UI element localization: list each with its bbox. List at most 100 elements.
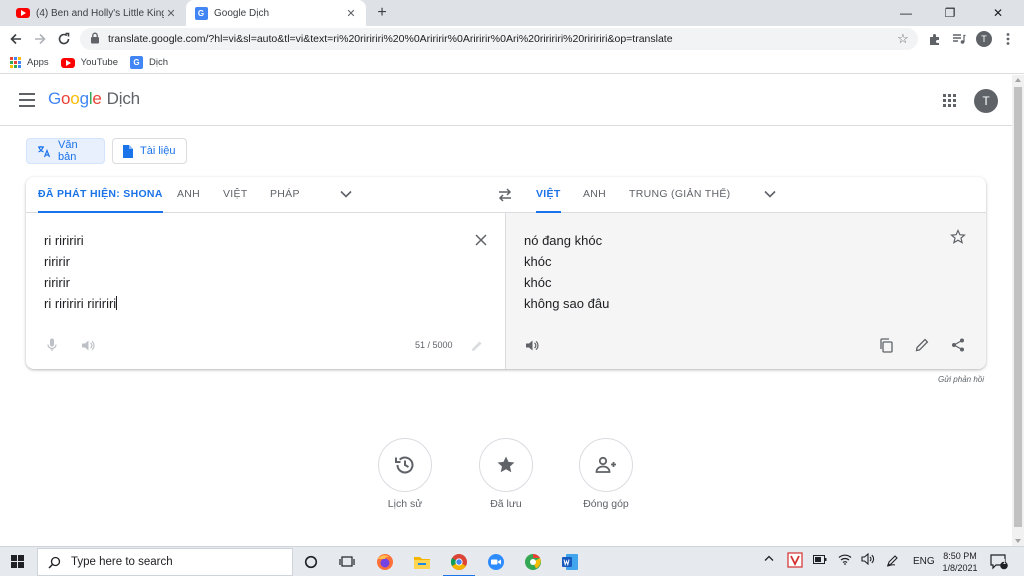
taskbar-search-placeholder: Type here to search xyxy=(71,556,173,568)
source-text-input[interactable]: ri riririri riririr riririr ri riririri … xyxy=(44,230,118,314)
account-avatar[interactable]: T xyxy=(974,89,998,113)
target-lang-chinese-simplified[interactable]: TRUNG (GIẢN THỂ) xyxy=(629,177,730,213)
source-line: ri riririri xyxy=(44,233,84,248)
main-menu-icon[interactable] xyxy=(19,93,35,107)
scroll-down-icon[interactable] xyxy=(1015,539,1021,543)
minimize-button[interactable]: — xyxy=(884,0,928,26)
antivirus-v-icon[interactable] xyxy=(787,552,803,571)
search-icon xyxy=(48,556,61,569)
bookmark-youtube[interactable]: YouTube xyxy=(60,57,118,68)
clock-time: 8:50 PM xyxy=(943,551,977,561)
input-language-indicator[interactable]: ENG xyxy=(913,556,935,567)
forward-button[interactable] xyxy=(30,29,50,49)
share-icon[interactable] xyxy=(948,335,968,355)
document-icon xyxy=(123,144,133,158)
scroll-thumb[interactable] xyxy=(1014,87,1022,527)
character-counter: 51 / 5000 xyxy=(415,340,453,350)
reload-icon xyxy=(58,32,70,45)
document-mode-label: Tài liệu xyxy=(140,145,176,157)
document-mode-button[interactable]: Tài liệu xyxy=(112,138,187,164)
new-tab-button[interactable]: + xyxy=(372,3,392,23)
microphone-icon[interactable] xyxy=(42,335,62,355)
target-lang-vietnamese[interactable]: VIỆT xyxy=(536,177,561,213)
tab-title: Google Dịch xyxy=(214,7,270,19)
history-button[interactable] xyxy=(378,438,432,492)
maximize-button[interactable]: ❐ xyxy=(928,0,972,26)
google-translate-icon: G xyxy=(194,6,208,20)
translation-line: không sao đâu xyxy=(524,296,610,311)
avatar: T xyxy=(976,31,992,47)
bookmark-apps[interactable]: Apps xyxy=(10,57,49,68)
tray-chevron-up-icon[interactable] xyxy=(764,554,774,565)
bookmark-star-icon[interactable]: ☆ xyxy=(894,31,912,47)
bookmarks-bar: Apps YouTube G Dịch xyxy=(0,52,1024,74)
profile-button[interactable]: T xyxy=(974,29,994,49)
target-lang-more-chevron-down-icon[interactable] xyxy=(763,187,777,201)
google-translate-logo[interactable]: Google Dịch xyxy=(48,89,140,109)
windows-taskbar: Type here to search ENG 8:50 PM 1/8/2021… xyxy=(0,546,1024,576)
target-speaker-icon[interactable] xyxy=(522,335,542,355)
window-close-button[interactable]: ✕ xyxy=(976,0,1020,26)
reload-button[interactable] xyxy=(54,29,74,49)
target-lang-english[interactable]: ANH xyxy=(583,177,606,213)
zoom-icon[interactable] xyxy=(486,552,506,572)
translate-header: Google Dịch xyxy=(0,75,1012,126)
source-lang-english[interactable]: ANH xyxy=(177,177,200,213)
cortana-circle-icon[interactable] xyxy=(301,552,321,572)
address-bar[interactable]: translate.google.com/?hl=vi&sl=auto&tl=v… xyxy=(80,28,918,50)
youtube-icon xyxy=(16,6,30,20)
scroll-up-icon[interactable] xyxy=(1015,78,1021,82)
microsoft-word-icon[interactable] xyxy=(560,552,580,572)
source-lang-more-chevron-down-icon[interactable] xyxy=(339,187,353,201)
firefox-icon[interactable] xyxy=(375,552,395,572)
google-apps-icon[interactable] xyxy=(943,94,956,107)
product-name: Dịch xyxy=(106,89,140,108)
clock-date: 1/8/2021 xyxy=(942,563,978,573)
contribute-button[interactable] xyxy=(579,438,633,492)
browser-tab-google-translate[interactable]: G Google Dịch ✕ xyxy=(186,0,366,26)
more-menu-icon[interactable] xyxy=(998,29,1018,49)
translation-line: nó đang khóc xyxy=(524,233,603,248)
copy-icon[interactable] xyxy=(876,335,896,355)
back-button[interactable] xyxy=(6,29,26,49)
star-icon xyxy=(497,456,515,473)
source-lang-vietnamese[interactable]: VIỆT xyxy=(223,177,248,213)
volume-icon[interactable] xyxy=(861,552,875,568)
task-view-icon[interactable] xyxy=(337,552,357,572)
file-explorer-icon[interactable] xyxy=(412,552,432,572)
bookmark-dich[interactable]: G Dịch xyxy=(130,56,168,69)
source-lang-detected[interactable]: ĐÃ PHÁT HIỆN: SHONA xyxy=(38,177,163,213)
save-translation-star-icon[interactable] xyxy=(948,227,968,247)
saved-button[interactable] xyxy=(479,438,533,492)
media-queue-icon[interactable] xyxy=(949,29,969,49)
text-mode-button[interactable]: Văn bản xyxy=(26,138,105,164)
extensions-puzzle-icon[interactable] xyxy=(925,29,945,49)
notification-center-icon[interactable]: 1 xyxy=(990,554,1008,573)
notification-count: 1 xyxy=(1002,559,1007,566)
battery-icon[interactable] xyxy=(813,555,827,567)
translate-text-icon xyxy=(37,145,51,158)
windows-start-icon[interactable] xyxy=(11,555,24,568)
clear-source-button[interactable] xyxy=(471,230,491,250)
page-scrollbar[interactable] xyxy=(1012,75,1024,546)
text-mode-label: Văn bản xyxy=(58,139,78,163)
swap-languages-icon[interactable] xyxy=(497,187,513,203)
source-lang-french[interactable]: PHÁP xyxy=(270,177,300,213)
bookmark-label: YouTube xyxy=(80,57,118,68)
edit-translation-pencil-icon[interactable] xyxy=(912,335,932,355)
tab-close-button[interactable]: ✕ xyxy=(344,7,358,20)
bookmark-label: Apps xyxy=(27,57,49,68)
translate-card: ĐÃ PHÁT HIỆN: SHONA ANH VIỆT PHÁP VIỆT A… xyxy=(26,177,986,369)
chrome-taskbar-icon[interactable] xyxy=(443,552,475,576)
tab-close-button[interactable]: ✕ xyxy=(164,7,178,20)
browser-tab-youtube[interactable]: (4) Ben and Holly's Little Kingdom ✕ xyxy=(8,0,186,26)
system-clock[interactable]: 8:50 PM 1/8/2021 xyxy=(936,550,984,574)
wifi-icon[interactable] xyxy=(838,553,852,568)
google-chrome-alt-icon[interactable] xyxy=(523,552,543,572)
pen-workspace-icon[interactable] xyxy=(886,553,900,570)
taskbar-search-box[interactable]: Type here to search xyxy=(37,548,293,576)
edit-pencil-icon[interactable] xyxy=(467,336,487,356)
source-speaker-icon[interactable] xyxy=(78,335,98,355)
history-icon xyxy=(395,456,414,474)
send-feedback-link[interactable]: Gửi phản hồi xyxy=(938,375,984,384)
